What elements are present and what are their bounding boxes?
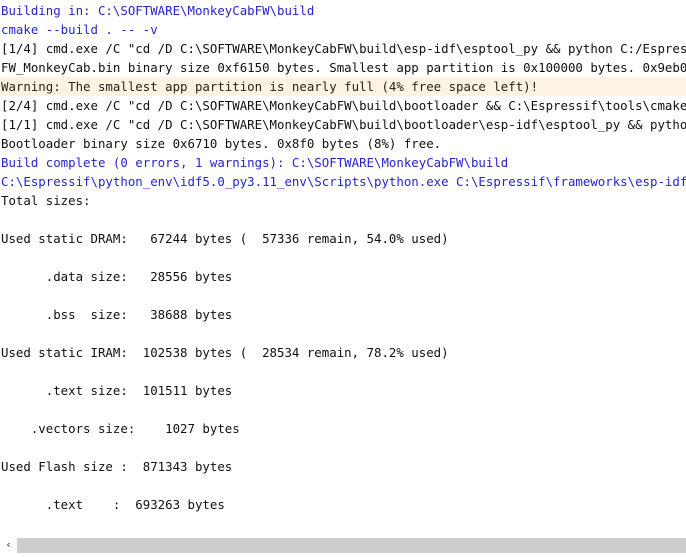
console-line: .text size: 101511 bytes bbox=[1, 383, 233, 398]
console-line: Used Flash size : 871343 bytes bbox=[1, 459, 233, 474]
scroll-left-arrow-icon[interactable]: ‹ bbox=[0, 533, 17, 557]
console-line: Warning: The smallest app partition is n… bbox=[0, 77, 686, 96]
console-line: [1/1] cmd.exe /C "cd /D C:\SOFTWARE\Monk… bbox=[1, 117, 686, 132]
scrollbar-thumb[interactable] bbox=[17, 538, 686, 553]
chevron-left-icon: ‹ bbox=[6, 537, 11, 551]
console-line: .data size: 28556 bytes bbox=[1, 269, 233, 284]
console-line: C:\Espressif\python_env\idf5.0_py3.11_en… bbox=[1, 174, 686, 189]
scrollbar-track[interactable] bbox=[17, 533, 686, 557]
console-line: Building in: C:\SOFTWARE\MonkeyCabFW\bui… bbox=[1, 3, 315, 18]
console-output-area[interactable]: Building in: C:\SOFTWARE\MonkeyCabFW\bui… bbox=[0, 0, 686, 533]
console-line: .text : 693263 bytes bbox=[1, 497, 225, 512]
horizontal-scrollbar[interactable]: ‹ bbox=[0, 533, 686, 557]
console-line: Total sizes: bbox=[1, 193, 91, 208]
console-line: [2/4] cmd.exe /C "cd /D C:\SOFTWARE\Monk… bbox=[1, 98, 686, 113]
console-line: .bss size: 38688 bytes bbox=[1, 307, 233, 322]
console-line: Used static DRAM: 67244 bytes ( 57336 re… bbox=[1, 231, 449, 246]
console-line: Used static IRAM: 102538 bytes ( 28534 r… bbox=[1, 345, 449, 360]
build-output-console[interactable]: Building in: C:\SOFTWARE\MonkeyCabFW\bui… bbox=[0, 0, 686, 557]
console-line: Bootloader binary size 0x6710 bytes. 0x8… bbox=[1, 136, 442, 151]
console-line: Build complete (0 errors, 1 warnings): C… bbox=[1, 155, 509, 170]
console-line: [1/4] cmd.exe /C "cd /D C:\SOFTWARE\Monk… bbox=[1, 41, 686, 56]
console-line: cmake --build . -- -v bbox=[1, 22, 158, 37]
console-line: FW_MonkeyCab.bin binary size 0xf6150 byt… bbox=[1, 60, 686, 75]
console-line: .vectors size: 1027 bytes bbox=[1, 421, 240, 436]
